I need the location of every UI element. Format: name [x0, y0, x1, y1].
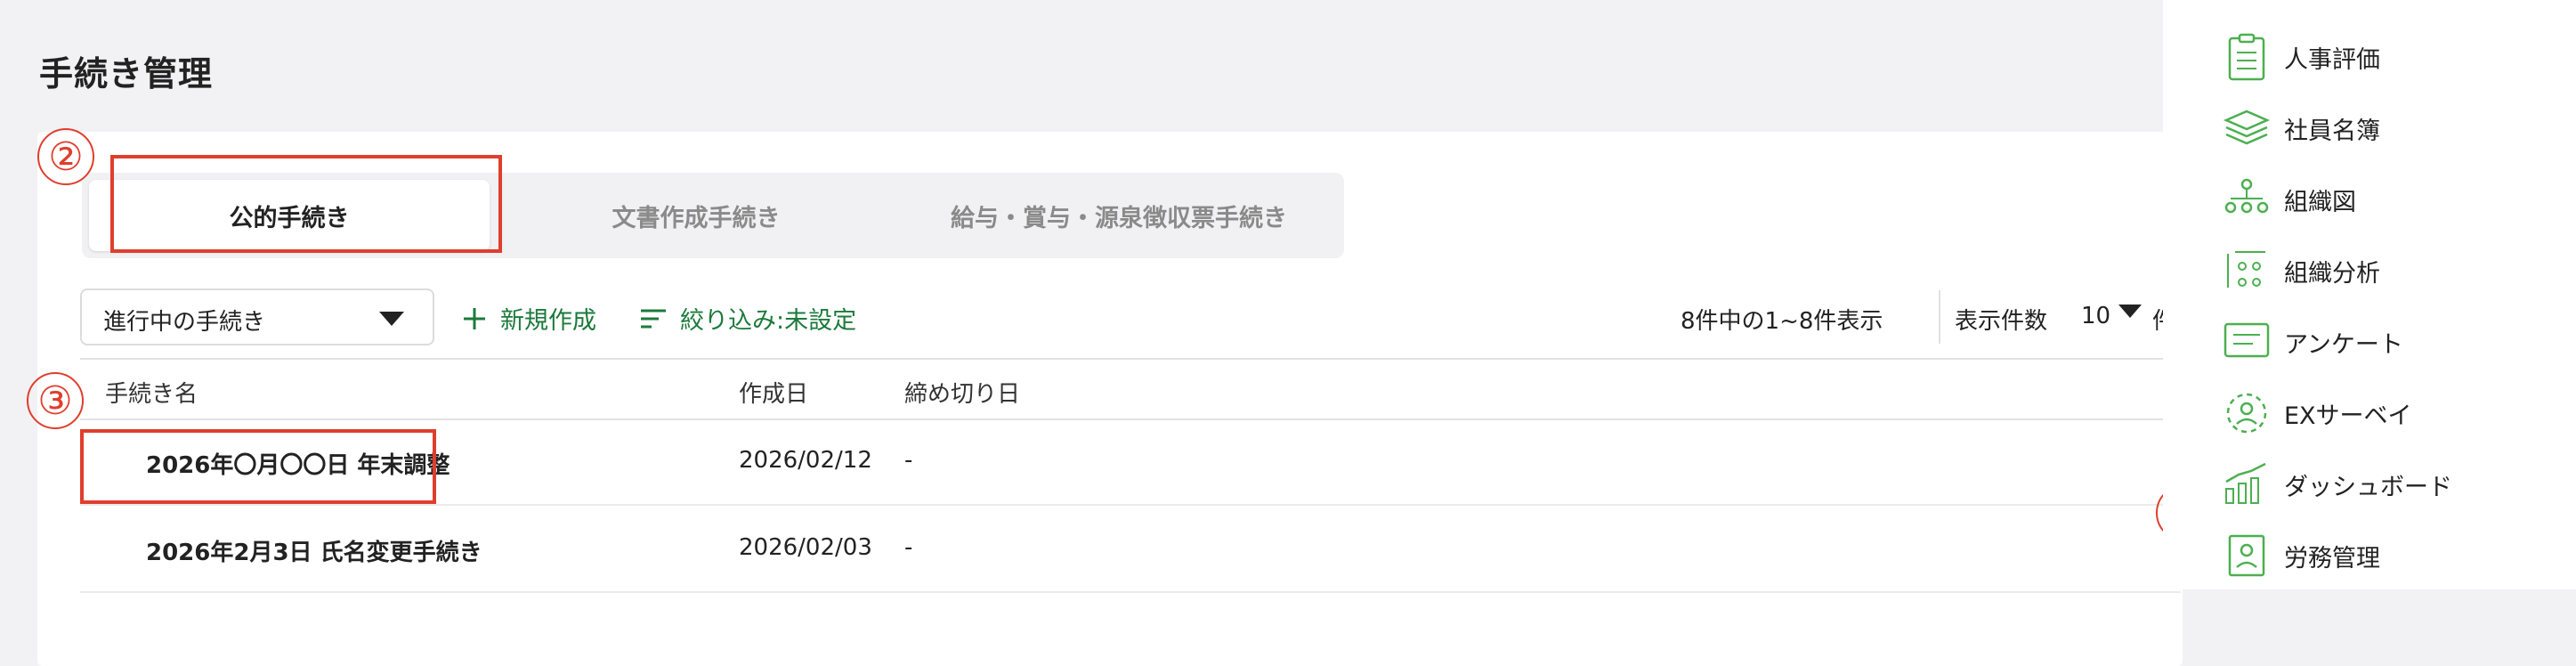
- sidebar-item-hr-evaluation[interactable]: 人事評価: [2222, 25, 2542, 89]
- chevron-down-icon: [379, 312, 404, 326]
- filter-button[interactable]: 絞り込み:未設定: [639, 301, 856, 336]
- sidebar-item-label: EXサーベイ: [2284, 402, 2412, 430]
- filter-lines-icon: [641, 309, 666, 328]
- sidebar-item-label: 人事評価: [2284, 45, 2380, 74]
- clipboard-icon: [2222, 32, 2272, 82]
- result-count: 8件中の1~8件表示: [1681, 308, 1883, 335]
- sidebar-item-org-analysis[interactable]: 組織分析: [2222, 239, 2542, 303]
- sidebar-item-label: 社員名簿: [2284, 117, 2380, 145]
- sidebar-item-label: 労務管理: [2284, 544, 2380, 573]
- per-page-select[interactable]: 10: [2081, 303, 2110, 329]
- toolbar-divider: [1939, 290, 1940, 344]
- new-procedure-button[interactable]: 新規作成: [461, 301, 596, 336]
- sidebar-item-label: 組織分析: [2284, 259, 2380, 288]
- org-analysis-icon: [2222, 246, 2272, 296]
- labor-icon: [2222, 531, 2272, 581]
- status-filter-value: 進行中の手続き: [103, 309, 266, 336]
- sidebar-item-dashboard[interactable]: ダッシュボード: [2222, 452, 2542, 516]
- created-date: 2026/02/03: [739, 534, 872, 561]
- survey-icon: [2222, 317, 2272, 367]
- org-chart-icon: [2222, 175, 2272, 224]
- highlight-first-row: [80, 429, 436, 504]
- sidebar-item-label: ダッシュボード: [2284, 473, 2452, 501]
- sidebar-item-ex-survey[interactable]: EXサーベイ: [2222, 381, 2542, 445]
- sidebar-item-employee-directory[interactable]: 社員名簿: [2222, 96, 2542, 160]
- sidebar-item-label: アンケート: [2284, 330, 2403, 359]
- procedure-name[interactable]: 2026年2月3日 氏名変更手続き: [146, 534, 482, 567]
- table-header: 手続き名 作成日 締め切り日: [80, 358, 2181, 420]
- column-header-created[interactable]: 作成日: [739, 376, 808, 409]
- annotation-three: ③: [27, 372, 84, 429]
- plus-icon: [464, 307, 485, 329]
- highlight-public-tab: [110, 155, 502, 253]
- tab-payroll-procedures[interactable]: 給与・賞与・源泉徴収票手続き: [901, 173, 1337, 258]
- annotation-two: ②: [37, 128, 94, 185]
- sidebar-item-label: 組織図: [2284, 188, 2356, 216]
- stack-icon: [2222, 103, 2272, 153]
- sidebar-item-labor-management[interactable]: 労務管理: [2222, 524, 2542, 588]
- tab-document-procedures[interactable]: 文書作成手続き: [500, 173, 892, 258]
- table-row[interactable]: 2026年2月3日 氏名変更手続き 2026/02/03 -: [80, 506, 2181, 593]
- dashboard-icon: [2222, 459, 2272, 509]
- column-header-deadline[interactable]: 締め切り日: [904, 376, 1020, 409]
- status-filter-select[interactable]: 進行中の手続き: [80, 288, 434, 345]
- per-page-chevron-icon[interactable]: [2118, 305, 2142, 318]
- new-procedure-label: 新規作成: [500, 307, 596, 335]
- filter-label: 絞り込み:未設定: [680, 307, 857, 335]
- sidebar-item-survey[interactable]: アンケート: [2222, 310, 2542, 374]
- ex-survey-icon: [2222, 388, 2272, 438]
- deadline-date: -: [904, 534, 913, 561]
- column-header-name[interactable]: 手続き名: [105, 376, 198, 409]
- per-page-label: 表示件数: [1955, 308, 2048, 335]
- sidebar-item-org-chart[interactable]: 組織図: [2222, 167, 2542, 231]
- deadline-date: -: [904, 447, 913, 474]
- created-date: 2026/02/12: [739, 447, 872, 474]
- app-sidebar: 人事評価 社員名簿 組織図 組織分析 アンケート EXサーベイ ダッシュボード …: [2163, 0, 2576, 589]
- page-title: 手続き管理: [39, 54, 214, 93]
